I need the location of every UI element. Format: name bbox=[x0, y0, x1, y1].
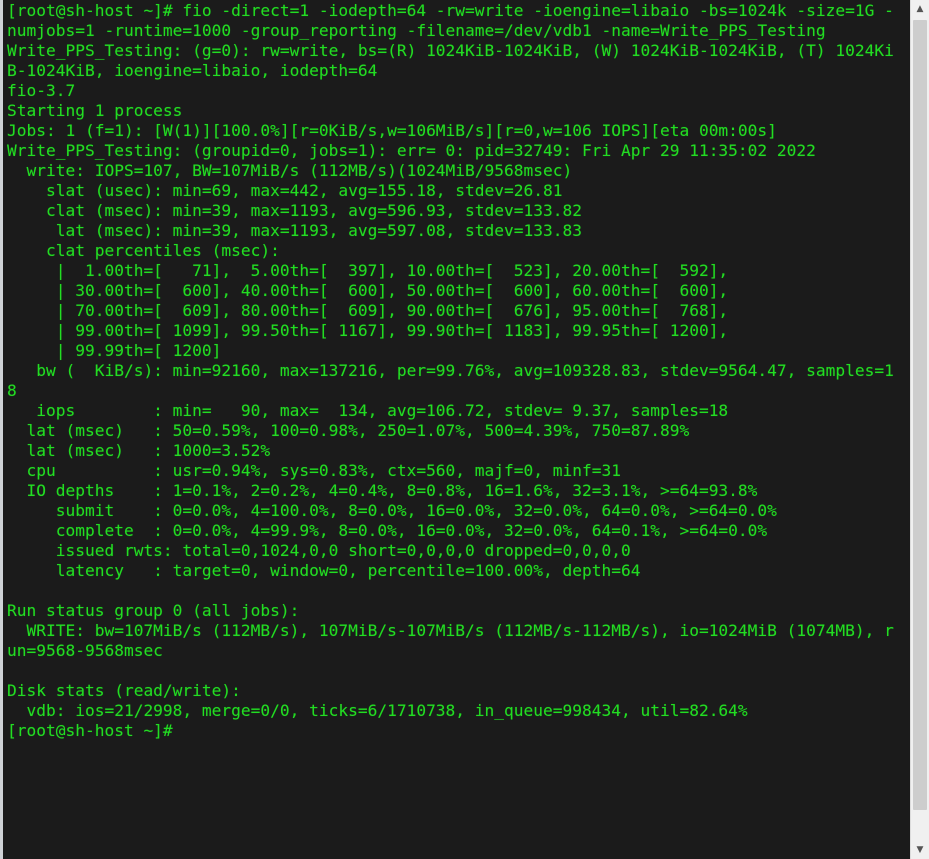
terminal-line: WRITE: bw=107MiB/s (112MB/s), 107MiB/s-1… bbox=[7, 621, 894, 640]
terminal-line: bw ( KiB/s): min=92160, max=137216, per=… bbox=[7, 361, 894, 380]
terminal-line: un=9568-9568msec bbox=[7, 641, 163, 660]
terminal-line: lat (msec): min=39, max=1193, avg=597.08… bbox=[7, 221, 582, 240]
terminal-line: clat (msec): min=39, max=1193, avg=596.9… bbox=[7, 201, 582, 220]
terminal-line: clat percentiles (msec): bbox=[7, 241, 280, 260]
terminal-line: | 70.00th=[ 609], 80.00th=[ 609], 90.00t… bbox=[7, 301, 729, 320]
terminal-line: Run status group 0 (all jobs): bbox=[7, 601, 300, 620]
terminal-line: Disk stats (read/write): bbox=[7, 681, 241, 700]
terminal-line: | 99.00th=[ 1099], 99.50th=[ 1167], 99.9… bbox=[7, 321, 729, 340]
terminal-line: numjobs=1 -runtime=1000 -group_reporting… bbox=[7, 21, 826, 40]
terminal-output: [root@sh-host ~]# fio -direct=1 -iodepth… bbox=[7, 1, 911, 741]
terminal-line: Write_PPS_Testing: (groupid=0, jobs=1): … bbox=[7, 141, 816, 160]
terminal-line: lat (msec) : 50=0.59%, 100=0.98%, 250=1.… bbox=[7, 421, 690, 440]
terminal-line: Write_PPS_Testing: (g=0): rw=write, bs=(… bbox=[7, 41, 894, 60]
terminal-line: iops : min= 90, max= 134, avg=106.72, st… bbox=[7, 401, 729, 420]
scroll-up-arrow-icon[interactable]: ▲ bbox=[911, 0, 929, 18]
vertical-scrollbar[interactable]: ▲ ▼ bbox=[910, 0, 929, 859]
terminal-window[interactable]: [root@sh-host ~]# fio -direct=1 -iodepth… bbox=[3, 0, 911, 859]
terminal-line: cpu : usr=0.94%, sys=0.83%, ctx=560, maj… bbox=[7, 461, 621, 480]
browser-viewport: numjobs=1 -runtime=1000 -group_repor nam… bbox=[0, 0, 929, 859]
terminal-line: Jobs: 1 (f=1): [W(1)][100.0%][r=0KiB/s,w… bbox=[7, 121, 777, 140]
terminal-line: write: IOPS=107, BW=107MiB/s (112MB/s)(1… bbox=[7, 161, 573, 180]
terminal-line: lat (msec) : 1000=3.52% bbox=[7, 441, 271, 460]
terminal-line: [root@sh-host ~]# fio -direct=1 -iodepth… bbox=[7, 1, 894, 20]
left-gutter bbox=[0, 0, 3, 859]
terminal-line: submit : 0=0.0%, 4=100.0%, 8=0.0%, 16=0.… bbox=[7, 501, 777, 520]
terminal-line: | 1.00th=[ 71], 5.00th=[ 397], 10.00th=[… bbox=[7, 261, 729, 280]
terminal-line: slat (usec): min=69, max=442, avg=155.18… bbox=[7, 181, 563, 200]
terminal-line: 8 bbox=[7, 381, 17, 400]
terminal-line: [root@sh-host ~]# bbox=[7, 721, 173, 740]
terminal-line: | 99.99th=[ 1200] bbox=[7, 341, 222, 360]
scrollbar-thumb[interactable] bbox=[913, 20, 927, 810]
terminal-line: | 30.00th=[ 600], 40.00th=[ 600], 50.00t… bbox=[7, 281, 729, 300]
scroll-down-arrow-icon[interactable]: ▼ bbox=[911, 841, 929, 859]
terminal-line: issued rwts: total=0,1024,0,0 short=0,0,… bbox=[7, 541, 631, 560]
terminal-line: complete : 0=0.0%, 4=99.9%, 8=0.0%, 16=0… bbox=[7, 521, 768, 540]
terminal-line: vdb: ios=21/2998, merge=0/0, ticks=6/171… bbox=[7, 701, 748, 720]
terminal-line: IO depths : 1=0.1%, 2=0.2%, 4=0.4%, 8=0.… bbox=[7, 481, 758, 500]
terminal-line: fio-3.7 bbox=[7, 81, 76, 100]
terminal-line: B-1024KiB, ioengine=libaio, iodepth=64 bbox=[7, 61, 378, 80]
terminal-line: latency : target=0, window=0, percentile… bbox=[7, 561, 641, 580]
terminal-line: Starting 1 process bbox=[7, 101, 183, 120]
